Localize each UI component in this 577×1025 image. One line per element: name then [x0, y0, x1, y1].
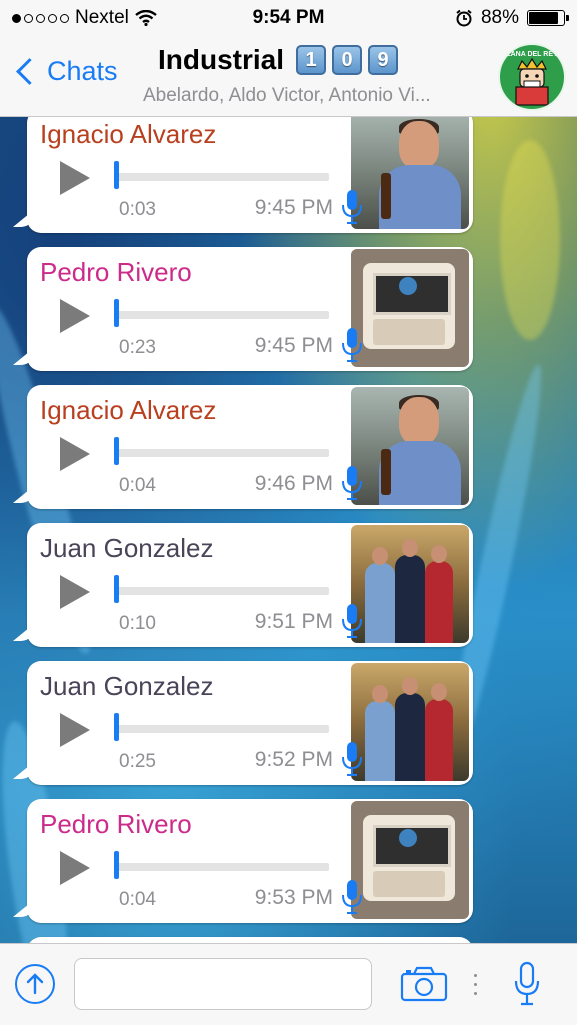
conversation-header: Chats Industrial 1 0 9 Abelardo, Aldo Vi…: [0, 36, 577, 117]
voice-message-bubble[interactable]: Ignacio Alvarez 0:04 9:46 PM: [13, 385, 473, 509]
status-bar: Nextel 9:54 PM 88%: [0, 0, 577, 36]
group-title[interactable]: Industrial 1 0 9: [158, 44, 399, 76]
group-avatar[interactable]: LANA DEL REY: [498, 43, 566, 111]
king-icon: [515, 57, 549, 106]
record-voice-button[interactable]: [513, 961, 541, 1007]
message-time: 9:52 PM: [254, 748, 333, 771]
audio-progress-track[interactable]: [116, 449, 329, 457]
group-badge-digit: 0: [332, 45, 363, 75]
sender-name[interactable]: Juan Gonzalez: [40, 533, 213, 564]
battery-icon: [527, 10, 569, 26]
voice-message-bubble[interactable]: Pedro Rivero 0:23 9:45 PM: [13, 247, 473, 371]
play-icon[interactable]: [60, 713, 90, 747]
sender-name[interactable]: Ignacio Alvarez: [40, 119, 216, 150]
sender-photo[interactable]: [351, 249, 469, 367]
chevron-left-icon: [16, 58, 43, 85]
group-badge-digit: 1: [296, 45, 327, 75]
message-time: 9:51 PM: [254, 610, 333, 633]
back-label: Chats: [47, 56, 118, 86]
sender-photo[interactable]: [351, 525, 469, 643]
message-time: 9:45 PM: [254, 196, 333, 219]
sender-name[interactable]: Ignacio Alvarez: [40, 395, 216, 426]
bubble-tail: [13, 347, 35, 365]
message-input[interactable]: [74, 958, 372, 1010]
bubble-tail: [13, 623, 35, 641]
play-icon[interactable]: [60, 299, 90, 333]
voice-message-bubble[interactable]: Pedro Rivero 0:04 9:53 PM: [13, 799, 473, 923]
alarm-clock-icon: [456, 9, 472, 27]
camera-button[interactable]: [400, 966, 448, 1002]
participants-list[interactable]: Abelardo, Aldo Victor, Antonio Vi...: [143, 85, 498, 107]
bubble-tail: [13, 899, 35, 917]
audio-scrubber-handle[interactable]: [114, 161, 119, 189]
play-icon[interactable]: [60, 851, 90, 885]
compose-bar: [0, 943, 577, 1025]
bubble-tail: [13, 761, 35, 779]
back-button[interactable]: Chats: [14, 56, 118, 87]
audio-duration: 0:04: [119, 475, 156, 496]
audio-duration: 0:10: [119, 613, 156, 634]
audio-progress-track[interactable]: [116, 173, 329, 181]
message-time: 9:46 PM: [254, 472, 333, 495]
message-list[interactable]: Ignacio Alvarez 0:03 9:45 PM Pedro Rivero 0:…: [0, 117, 577, 943]
audio-scrubber-handle[interactable]: [114, 299, 119, 327]
voice-message-bubble[interactable]: Juan Gonzalez 0:25 9:52 PM: [13, 661, 473, 785]
audio-progress-track[interactable]: [116, 863, 329, 871]
audio-scrubber-handle[interactable]: [114, 713, 119, 741]
audio-duration: 0:23: [119, 337, 156, 358]
sender-name[interactable]: Pedro Rivero: [40, 257, 192, 288]
bubble-tail: [13, 485, 35, 503]
audio-progress-track[interactable]: [116, 587, 329, 595]
microphone-icon: [341, 465, 363, 501]
play-icon[interactable]: [60, 575, 90, 609]
microphone-icon: [341, 603, 363, 639]
sender-photo[interactable]: [351, 387, 469, 505]
microphone-icon: [341, 189, 363, 225]
sender-photo[interactable]: [351, 801, 469, 919]
share-button[interactable]: [15, 964, 55, 1004]
sender-photo[interactable]: [351, 663, 469, 781]
audio-scrubber-handle[interactable]: [114, 437, 119, 465]
play-icon[interactable]: [60, 161, 90, 195]
battery-percent: 88%: [480, 7, 519, 28]
microphone-icon: [341, 741, 363, 777]
microphone-icon: [514, 961, 540, 1006]
message-time: 9:53 PM: [254, 886, 333, 909]
microphone-icon: [341, 879, 363, 915]
message-time: 9:45 PM: [254, 334, 333, 357]
sender-photo[interactable]: [351, 117, 469, 229]
group-badge-digit: 9: [368, 45, 399, 75]
audio-duration: 0:03: [119, 199, 156, 220]
bubble-tail: [13, 209, 35, 227]
microphone-icon: [341, 327, 363, 363]
sender-name[interactable]: Juan Gonzalez: [40, 671, 213, 702]
voice-message-bubble[interactable]: Juan Gonzalez 0:10 9:51 PM: [13, 523, 473, 647]
audio-progress-track[interactable]: [116, 311, 329, 319]
camera-icon: [400, 966, 448, 1002]
voice-message-bubble[interactable]: Ignacio Alvarez 0:03 9:45 PM: [13, 117, 473, 233]
audio-duration: 0:25: [119, 751, 156, 772]
audio-scrubber-handle[interactable]: [114, 851, 119, 879]
divider: [474, 974, 477, 996]
audio-scrubber-handle[interactable]: [114, 575, 119, 603]
sender-name[interactable]: Pedro Rivero: [40, 809, 192, 840]
audio-duration: 0:04: [119, 889, 156, 910]
play-icon[interactable]: [60, 437, 90, 471]
arrow-up-circle-icon: [26, 973, 44, 995]
group-name: Industrial: [158, 44, 285, 75]
audio-progress-track[interactable]: [116, 725, 329, 733]
